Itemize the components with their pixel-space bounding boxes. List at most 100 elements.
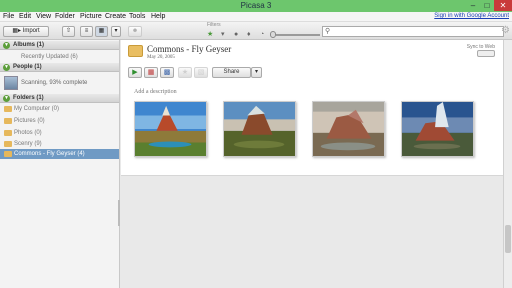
sidebar-item-photos[interactable]: Photos (0) bbox=[0, 128, 119, 138]
geyser-photo bbox=[224, 102, 295, 156]
sidebar-resize-handle[interactable] bbox=[118, 200, 120, 226]
share-button[interactable]: Share bbox=[212, 67, 251, 78]
video-filter-icon[interactable]: ▾ bbox=[221, 31, 225, 38]
menu-edit[interactable]: Edit bbox=[19, 13, 31, 20]
maximize-icon[interactable]: □ bbox=[480, 0, 494, 11]
filter-slider-handle[interactable] bbox=[270, 31, 276, 38]
sidebar: ▼ Albums (1) Recently Updated (6) ▼ Peop… bbox=[0, 40, 120, 288]
folder-icon bbox=[128, 45, 143, 57]
search-box[interactable]: ⚲ bbox=[322, 26, 504, 37]
main-scrollbar[interactable] bbox=[503, 40, 512, 288]
toolbar: ▦▸ Import ⇧ ≡ ▦ ▾ ☻ Filters ★ ▾ ● ♦ ◔ ⚲ … bbox=[0, 22, 512, 40]
folder-icon bbox=[4, 106, 12, 112]
menu-view[interactable]: View bbox=[36, 13, 51, 20]
collage-icon: ▦ bbox=[147, 69, 155, 76]
list-view-button[interactable]: ≡ bbox=[80, 26, 93, 37]
photo-thumbnail[interactable] bbox=[223, 101, 296, 157]
sidebar-item-label: Pictures (0) bbox=[14, 118, 45, 124]
folder-icon bbox=[4, 130, 12, 136]
movie-button[interactable]: ▩ bbox=[160, 67, 174, 78]
sign-in-link[interactable]: Sign in with Google Account bbox=[434, 13, 509, 19]
star-button[interactable]: ★ bbox=[178, 67, 192, 78]
album-description[interactable]: Add a description bbox=[134, 89, 177, 95]
collapse-icon[interactable]: ▼ bbox=[3, 42, 10, 49]
album-panel: Commons - Fly Geyser May 20, 2005 Sync t… bbox=[121, 40, 503, 176]
folders-header-label: Folders (1) bbox=[13, 95, 44, 101]
menu-folder[interactable]: Folder bbox=[55, 13, 75, 20]
menu-file[interactable]: File bbox=[3, 13, 14, 20]
star-filter-icon[interactable]: ★ bbox=[207, 31, 213, 38]
filter-slider-track[interactable] bbox=[276, 34, 320, 36]
main-scrollbar-thumb[interactable] bbox=[505, 225, 511, 253]
sidebar-item-label: Scenry (9) bbox=[14, 141, 42, 147]
slideshow-button[interactable]: ▶ bbox=[128, 67, 142, 78]
filters-label: Filters bbox=[207, 22, 221, 28]
menu-tools[interactable]: Tools bbox=[129, 13, 145, 20]
folder-icon bbox=[4, 151, 12, 157]
folder-icon bbox=[4, 141, 12, 147]
star-icon: ★ bbox=[181, 69, 189, 76]
menu-create[interactable]: Create bbox=[105, 13, 126, 20]
collapse-icon[interactable]: ▼ bbox=[3, 95, 10, 102]
search-input[interactable] bbox=[333, 28, 501, 36]
import-button[interactable]: ▦▸ Import bbox=[3, 26, 49, 37]
albums-header-label: Albums (1) bbox=[13, 42, 45, 48]
play-icon: ▶ bbox=[132, 69, 138, 76]
scan-status: Scanning, 93% complete bbox=[21, 80, 88, 86]
geyser-photo bbox=[313, 102, 384, 156]
photo-thumbnail[interactable] bbox=[134, 101, 207, 157]
geyser-photo bbox=[135, 102, 206, 156]
grid-view-icon: ▦ bbox=[98, 28, 105, 34]
upload-icon: ⇧ bbox=[65, 28, 72, 34]
sidebar-item-label: My Computer (0) bbox=[14, 106, 60, 112]
sidebar-item-fly-geyser[interactable]: Commons - Fly Geyser (4) bbox=[0, 149, 119, 159]
folder-icon bbox=[4, 118, 12, 124]
sidebar-item-label: Commons - Fly Geyser (4) bbox=[14, 151, 85, 157]
menu-picture[interactable]: Picture bbox=[80, 13, 102, 20]
share-dropdown[interactable]: ▾ bbox=[251, 67, 262, 78]
sidebar-item-scenry[interactable]: Scenry (9) bbox=[0, 139, 119, 149]
menu-bar: File Edit View Folder Picture Create Too… bbox=[0, 12, 512, 22]
photo-thumbnail[interactable] bbox=[401, 101, 474, 157]
minimize-icon[interactable]: – bbox=[466, 0, 480, 11]
photo-thumbnail[interactable] bbox=[312, 101, 385, 157]
sidebar-item-pictures[interactable]: Pictures (0) bbox=[0, 116, 119, 126]
view-options-dropdown[interactable]: ▾ bbox=[111, 26, 121, 37]
avatar[interactable] bbox=[4, 76, 18, 90]
import-label: Import bbox=[22, 28, 40, 34]
title-bar: Picasa 3 – □ ✕ bbox=[0, 0, 512, 12]
collapse-icon[interactable]: ▼ bbox=[3, 64, 10, 71]
sidebar-item-label: Recently Updated (6) bbox=[21, 54, 78, 60]
face-filter-icon[interactable]: ● bbox=[234, 31, 238, 38]
location-filter-icon[interactable]: ♦ bbox=[247, 31, 251, 38]
geyser-photo bbox=[402, 102, 473, 156]
sync-toggle[interactable] bbox=[477, 50, 495, 57]
list-view-icon: ≡ bbox=[84, 28, 89, 34]
print-button[interactable]: ▧ bbox=[194, 67, 208, 78]
people-view-button[interactable]: ☻ bbox=[128, 26, 142, 37]
film-icon: ▩ bbox=[163, 69, 171, 76]
menu-help[interactable]: Help bbox=[151, 13, 165, 20]
folders-header[interactable]: ▼ Folders (1) bbox=[0, 94, 119, 103]
search-icon: ⚲ bbox=[325, 28, 331, 35]
main-panel: Commons - Fly Geyser May 20, 2005 Sync t… bbox=[121, 40, 512, 288]
print-icon: ▧ bbox=[197, 69, 205, 76]
person-icon: ☻ bbox=[131, 28, 139, 34]
gear-icon[interactable]: ⚙ bbox=[501, 25, 510, 36]
albums-header[interactable]: ▼ Albums (1) bbox=[0, 41, 119, 50]
album-title[interactable]: Commons - Fly Geyser bbox=[147, 44, 231, 54]
thumbnail-view-button[interactable]: ▦ bbox=[95, 26, 108, 37]
window-title: Picasa 3 bbox=[240, 1, 272, 10]
chevron-down-icon: ▾ bbox=[114, 28, 118, 34]
clock-filter-icon[interactable]: ◔ bbox=[260, 31, 264, 38]
people-header-label: People (1) bbox=[13, 64, 42, 70]
upload-button[interactable]: ⇧ bbox=[62, 26, 75, 37]
sidebar-item-recently-updated[interactable]: Recently Updated (6) bbox=[0, 52, 119, 62]
people-header[interactable]: ▼ People (1) bbox=[0, 63, 119, 72]
album-date[interactable]: May 20, 2005 bbox=[147, 55, 175, 60]
close-icon[interactable]: ✕ bbox=[494, 0, 512, 11]
sidebar-item-my-computer[interactable]: My Computer (0) bbox=[0, 104, 119, 114]
chevron-down-icon: ▾ bbox=[254, 69, 258, 75]
import-icon: ▦▸ bbox=[12, 28, 21, 34]
collage-button[interactable]: ▦ bbox=[144, 67, 158, 78]
